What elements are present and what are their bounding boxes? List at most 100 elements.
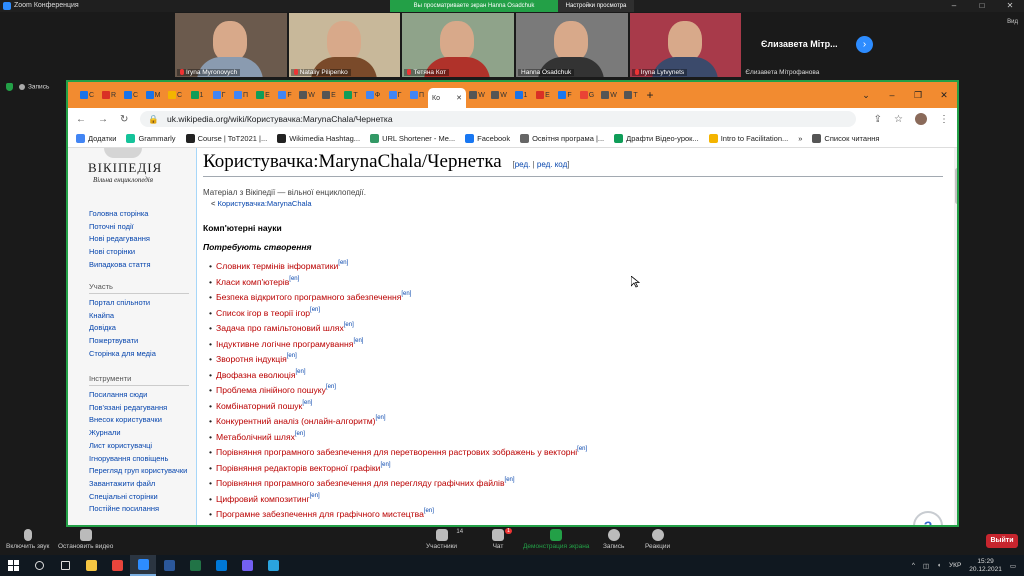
reload-icon[interactable]: ↻ [120, 114, 128, 125]
network-icon[interactable]: ◫ [923, 562, 929, 570]
browser-tab[interactable]: Г [384, 87, 406, 103]
scrollbar-thumb[interactable] [955, 168, 957, 204]
article-link[interactable]: Індуктивне логічне програмування [216, 339, 353, 349]
taskbar-app[interactable] [156, 555, 182, 576]
bookmark-item[interactable]: Драфти Відео-урок... [614, 134, 699, 143]
sidebar-link[interactable]: Журнали [89, 427, 189, 440]
bookmark-item[interactable]: Додатки [76, 134, 116, 143]
article-link[interactable]: Двофазна еволюція [216, 370, 295, 380]
bookmark-item[interactable]: Wikimedia Hashtag... [277, 134, 360, 143]
back-icon[interactable]: ← [76, 114, 86, 125]
article-link[interactable]: Комбінаторний пошук [216, 401, 302, 411]
reactions-button[interactable]: Реакции [645, 529, 670, 550]
browser-tab[interactable]: E [318, 87, 340, 103]
browser-tab[interactable]: 1 [186, 87, 208, 103]
share-icon[interactable]: ⇪ [874, 114, 882, 125]
chat-button[interactable]: 1 Чат [492, 528, 512, 550]
article-link[interactable]: Словник термінів інформатики [216, 261, 338, 271]
browser-tab[interactable]: П [230, 87, 252, 103]
tab-close-icon[interactable]: ✕ [456, 94, 462, 102]
browser-tab[interactable]: M [142, 87, 164, 103]
sidebar-link[interactable]: Кнайпа [89, 310, 189, 323]
interwiki-en-link[interactable]: [en] [295, 369, 305, 375]
taskbar-app[interactable] [104, 555, 130, 576]
leave-button[interactable]: Выйти [986, 534, 1018, 548]
bookmark-item[interactable]: Intro to Facilitation... [708, 134, 788, 143]
interwiki-en-link[interactable]: [en] [353, 338, 363, 344]
article-link[interactable]: Безпека відкритого програмного забезпече… [216, 292, 401, 302]
taskbar-app[interactable] [78, 555, 104, 576]
bookmark-item[interactable]: Список читання [812, 134, 879, 143]
browser-tab[interactable]: C [76, 87, 98, 103]
address-bar[interactable]: 🔒 uk.wikipedia.org/wiki/Користувачка:Mar… [140, 111, 856, 127]
forward-icon[interactable]: → [98, 114, 108, 125]
volume-icon[interactable]: ◖ [937, 562, 941, 569]
interwiki-en-link[interactable]: [en] [326, 384, 336, 390]
browser-tab[interactable]: F [274, 87, 296, 103]
edit-link[interactable]: ред. [515, 160, 531, 169]
sidebar-link[interactable]: Сторінка для медіа [89, 348, 189, 361]
interwiki-en-link[interactable]: [en] [376, 415, 386, 421]
profile-avatar[interactable] [915, 113, 927, 125]
sidebar-link[interactable]: Лист користувачці [89, 440, 189, 453]
next-video-page-button[interactable]: › [856, 36, 873, 53]
participants-button[interactable]: 14 Участники [426, 529, 463, 550]
browser-tab[interactable]: W [488, 87, 510, 103]
wikipedia-logo[interactable]: ВІКІПЕДІЯ Вільна енциклопедія [88, 148, 161, 188]
interwiki-en-link[interactable]: [en] [302, 400, 312, 406]
help-button[interactable]: ? [913, 511, 943, 525]
bookmark-item[interactable]: Grammarly [126, 134, 176, 143]
bookmarks-overflow-icon[interactable]: » [798, 134, 802, 143]
maximize-icon[interactable]: □ [968, 0, 996, 12]
taskbar-app[interactable] [234, 555, 260, 576]
unmute-button[interactable]: Включить звук [6, 529, 49, 550]
article-link[interactable]: Порівняння редакторів векторної графіки [216, 463, 380, 473]
browser-tab[interactable]: E [532, 87, 554, 103]
sidebar-link[interactable]: Нові редагування [89, 233, 189, 246]
sidebar-link[interactable]: Випадкова стаття [89, 259, 189, 272]
record-button[interactable]: Запись [603, 529, 624, 550]
interwiki-en-link[interactable]: [en] [295, 431, 305, 437]
page-scrollbar[interactable] [954, 148, 957, 525]
clock[interactable]: 15:29 20.12.2021 [969, 558, 1002, 574]
sidebar-link[interactable]: Внесок користувачки [89, 414, 189, 427]
browser-tab[interactable]: F [554, 87, 576, 103]
taskbar-app[interactable] [52, 555, 78, 576]
sidebar-link[interactable]: Завантажити файл [89, 478, 189, 491]
browser-tab[interactable]: Г [208, 87, 230, 103]
sidebar-link[interactable]: Постійне посилання [89, 503, 189, 516]
stop-video-button[interactable]: Остановить видео [58, 529, 113, 550]
edit-code-link[interactable]: ред. код [537, 160, 567, 169]
breadcrumb-link[interactable]: Користувачка:MarynaChala [217, 199, 311, 208]
browser-tab[interactable]: Т [340, 87, 362, 103]
browser-tab[interactable]: Е [252, 87, 274, 103]
taskbar-app[interactable] [130, 555, 156, 576]
bookmark-item[interactable]: Освітня програма |... [520, 134, 604, 143]
tray-arrow-icon[interactable]: ^ [912, 562, 915, 569]
browser-tab-active[interactable]: Ко ✕ [428, 88, 466, 108]
taskbar-app[interactable] [208, 555, 234, 576]
bookmark-item[interactable]: URL Shortener - Me... [370, 134, 455, 143]
interwiki-en-link[interactable]: [en] [310, 493, 320, 499]
view-options-button[interactable]: Настройки просмотра [558, 0, 634, 12]
article-link[interactable]: Порівняння програмного забезпечення для … [216, 447, 577, 457]
interwiki-en-link[interactable]: [en] [338, 260, 348, 266]
article-link[interactable]: Програмне забезпечення для графічного ми… [216, 509, 424, 519]
sidebar-link[interactable]: Портал спільноти [89, 297, 189, 310]
interwiki-en-link[interactable]: [en] [344, 322, 354, 328]
close-icon[interactable]: ✕ [996, 0, 1024, 12]
article-link[interactable]: Зворотня індукція [216, 354, 287, 364]
article-link[interactable]: Список ігор в теорії ігор [216, 308, 310, 318]
browser-tab[interactable]: 1 [510, 87, 532, 103]
start-button[interactable] [0, 555, 26, 576]
interwiki-en-link[interactable]: [en] [380, 462, 390, 468]
browser-tab[interactable]: T [620, 87, 642, 103]
notifications-icon[interactable]: ▭ [1010, 562, 1016, 570]
close-icon[interactable]: ✕ [931, 90, 957, 101]
bookmark-item[interactable]: Facebook [465, 134, 510, 143]
view-button[interactable]: Вид [1007, 19, 1018, 25]
new-tab-button[interactable]: + [642, 88, 658, 102]
interwiki-en-link[interactable]: [en] [310, 307, 320, 313]
browser-tab[interactable]: П [406, 87, 428, 103]
browser-tab[interactable]: W [598, 87, 620, 103]
